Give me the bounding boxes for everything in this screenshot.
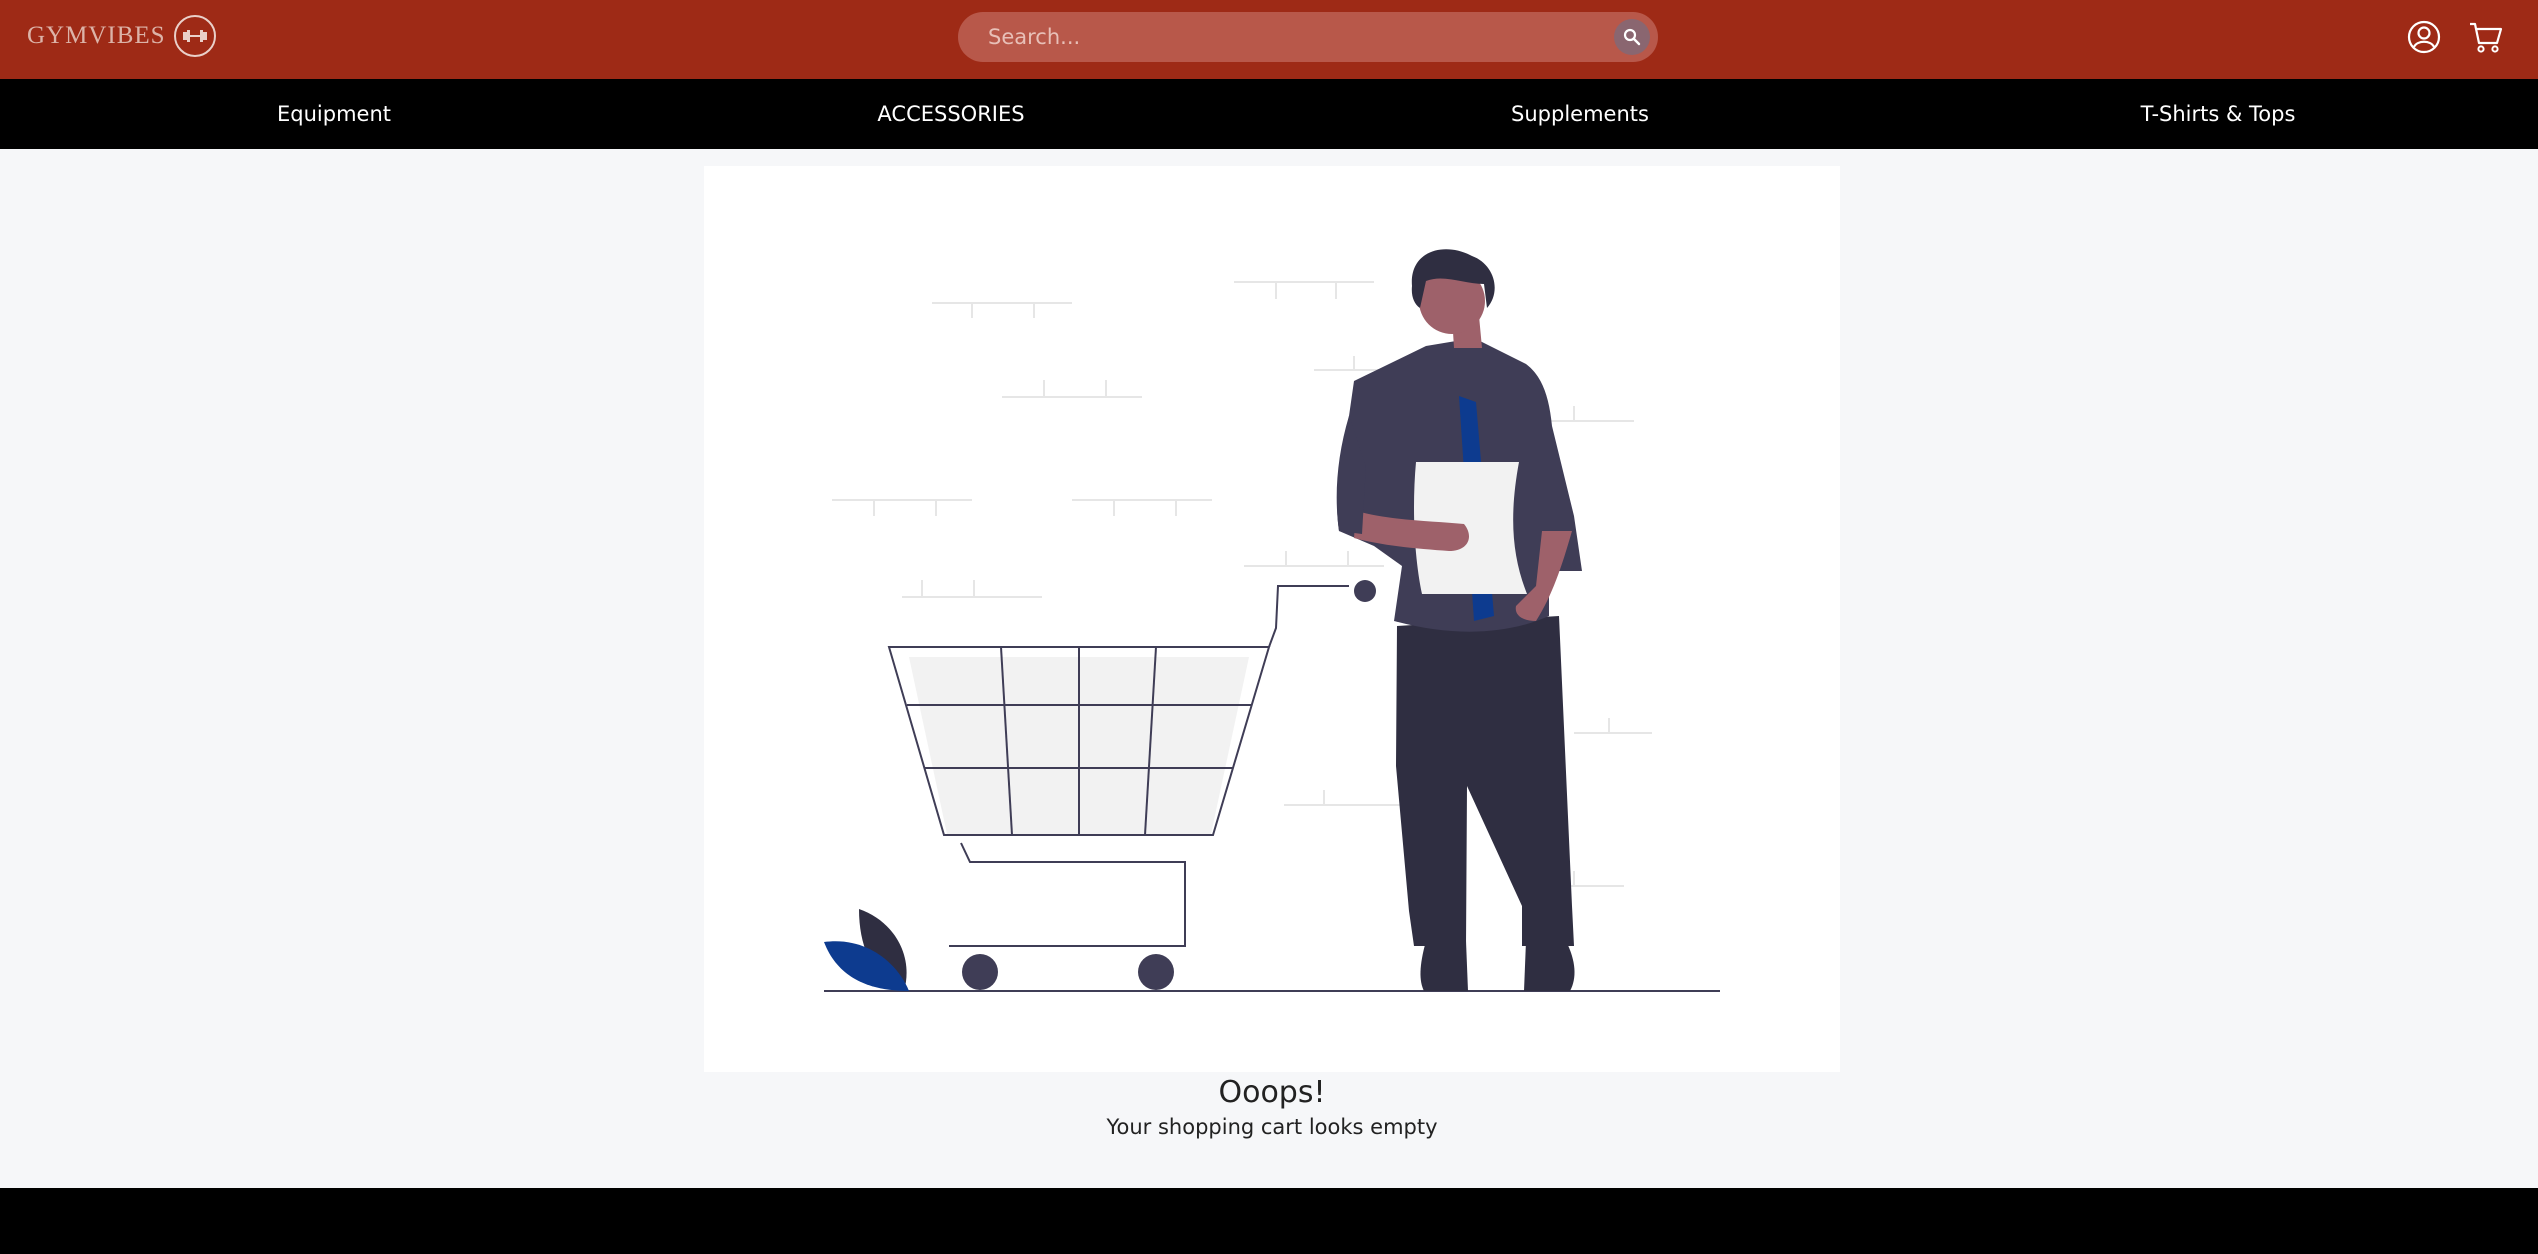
search-bar bbox=[958, 12, 1658, 62]
empty-cart-card bbox=[704, 166, 1840, 1072]
search-icon bbox=[1623, 28, 1641, 46]
top-header: GYMVIBES bbox=[0, 0, 2538, 79]
nav-item-supplements[interactable]: Supplements bbox=[1511, 79, 1649, 149]
nav-item-accessories[interactable]: ACCESSORIES bbox=[877, 79, 1024, 149]
empty-cart-title: Ooops! bbox=[1218, 1075, 1326, 1110]
dumbbell-icon bbox=[173, 15, 216, 57]
category-nav: Equipment ACCESSORIES Supplements T-Shir… bbox=[0, 79, 2538, 149]
brand-name: GYMVIBES bbox=[27, 22, 166, 49]
cart-button[interactable] bbox=[2466, 17, 2506, 57]
user-icon bbox=[2407, 20, 2441, 54]
brand-logo[interactable]: GYMVIBES bbox=[27, 14, 216, 58]
search-button[interactable] bbox=[1614, 19, 1650, 55]
cart-icon bbox=[2470, 22, 2503, 53]
shopping-cart bbox=[887, 580, 1376, 990]
nav-item-equipment[interactable]: Equipment bbox=[277, 79, 391, 149]
person-figure bbox=[1336, 249, 1582, 991]
site-footer bbox=[0, 1188, 2538, 1254]
search-input[interactable] bbox=[958, 12, 1608, 62]
header-actions bbox=[2404, 17, 2506, 57]
account-button[interactable] bbox=[2404, 17, 2444, 57]
empty-cart-message: Your shopping cart looks empty bbox=[1106, 1115, 1438, 1139]
empty-cart-illustration bbox=[824, 249, 1720, 992]
nav-item-t-shirts-tops[interactable]: T-Shirts & Tops bbox=[2141, 79, 2296, 149]
